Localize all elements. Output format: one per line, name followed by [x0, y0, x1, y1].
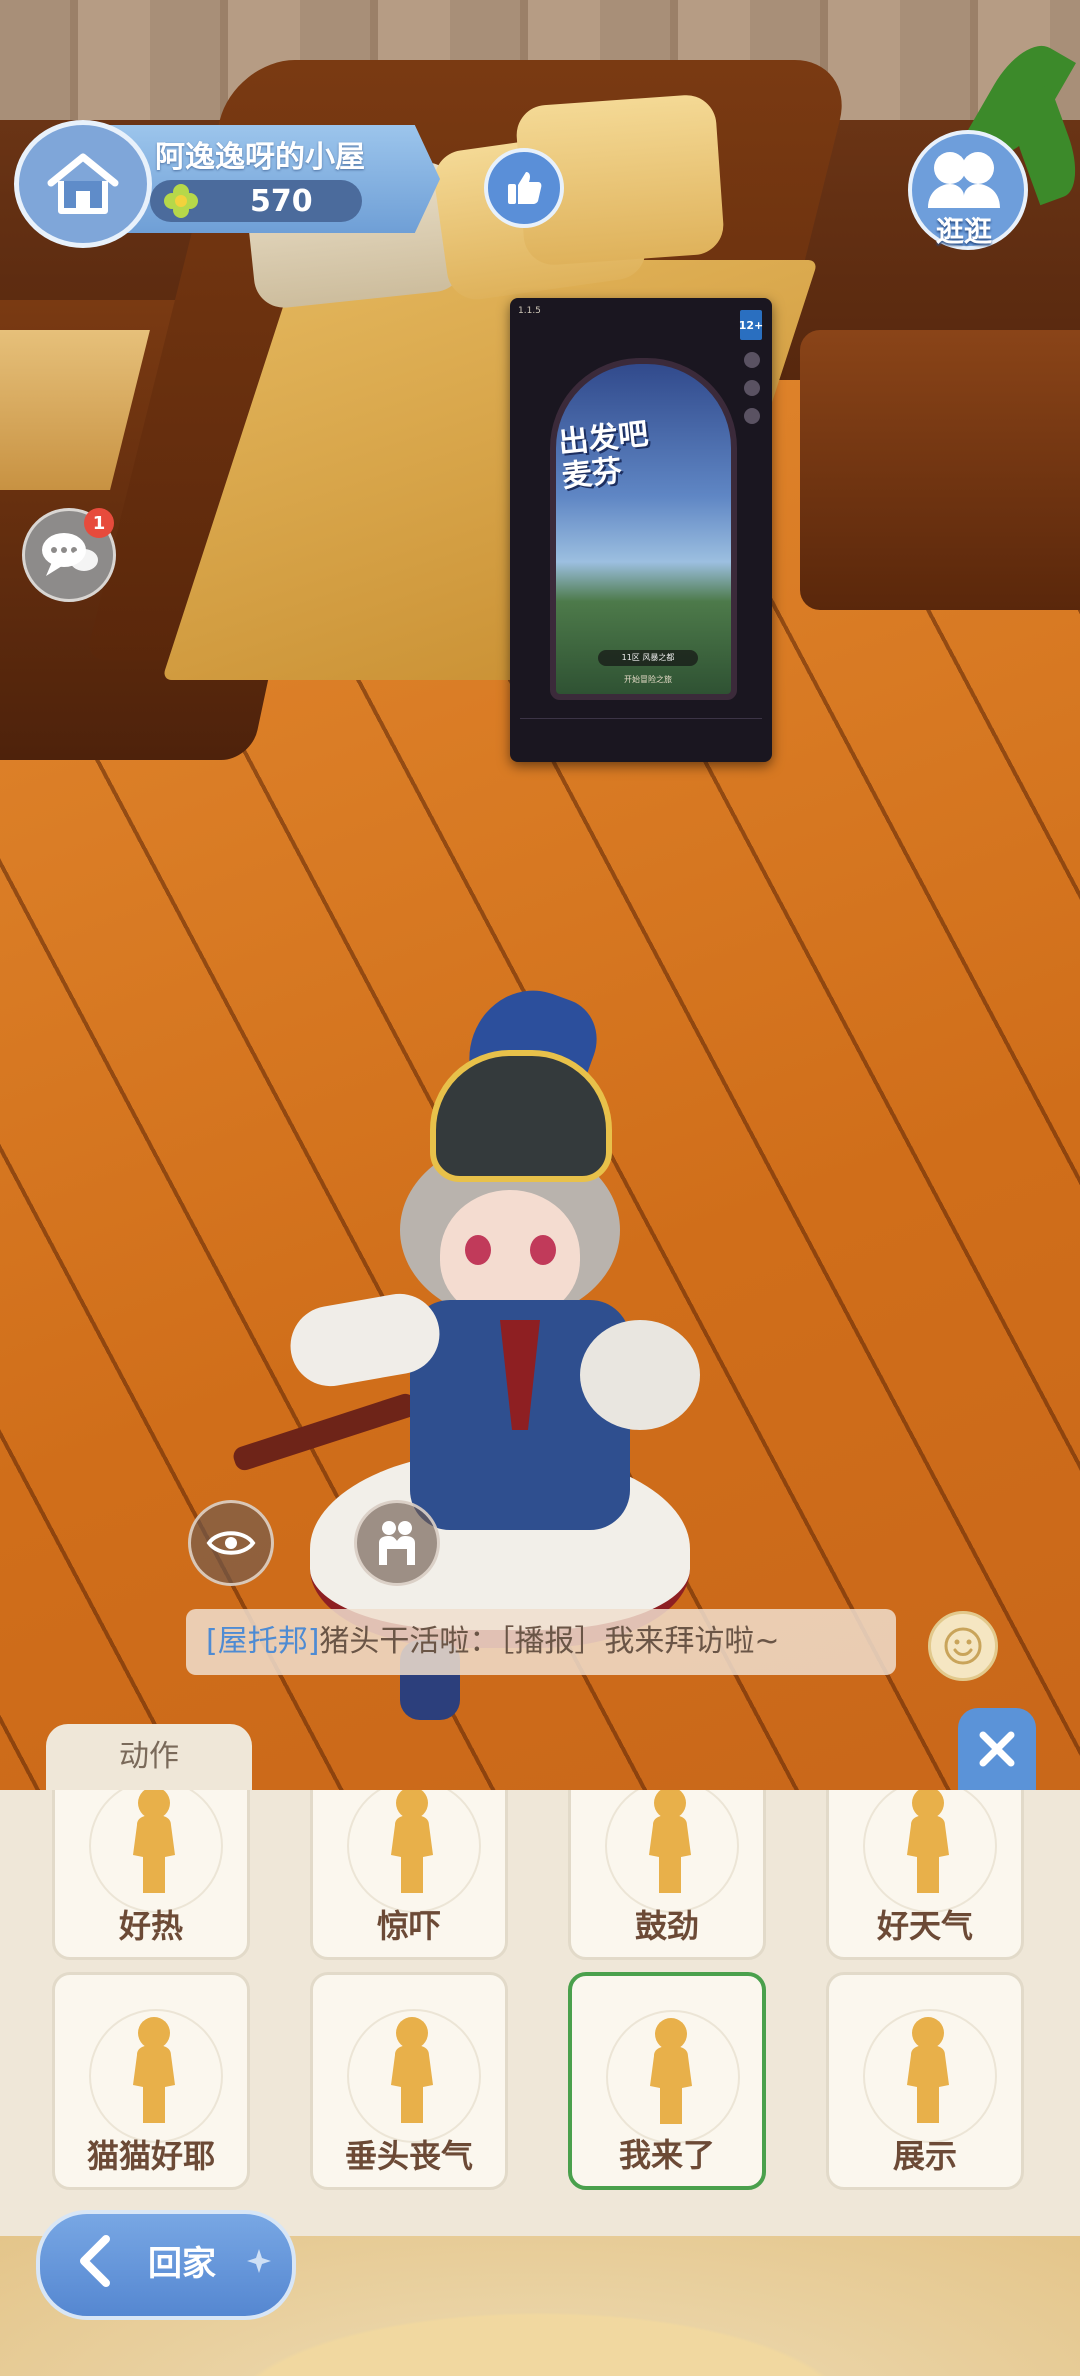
character-hat: [430, 1050, 612, 1182]
message-text: 猪头干活啦：［播报］我来拜访啦~: [319, 1624, 780, 1659]
tab-actions[interactable]: 动作: [46, 1724, 252, 1790]
pose-figure-icon: [119, 2015, 189, 2125]
poster-server-button: 11区 风暴之都: [598, 650, 698, 666]
game-scene[interactable]: 1.1.5 12+ 出发吧 麦芬 11区 风暴之都 开始冒险之旅 阿逸逸呀的小屋…: [0, 0, 1080, 2376]
view-toggle-button[interactable]: [188, 1500, 274, 1586]
action-card-label: 猫猫好耶: [86, 2137, 215, 2175]
thumbs-up-icon: [508, 172, 542, 204]
game-poster[interactable]: 1.1.5 12+ 出发吧 麦芬 11区 风暴之都 开始冒险之旅: [510, 298, 772, 762]
visit-label: 逛逛: [935, 215, 992, 248]
popularity-score: 570: [250, 184, 313, 219]
poster-account-icon: [744, 380, 760, 396]
house-name: 阿逸逸呀的小屋: [155, 140, 365, 175]
people-interact-icon: [379, 1521, 415, 1565]
action-panel[interactable]: 好热 惊吓 鼓劲 好天气猫猫好耶 垂头丧气 我来了 展示: [0, 1790, 1080, 2236]
smiley-icon: [944, 1627, 982, 1665]
action-card-label: 我来了: [618, 2136, 715, 2174]
poster-version-text: 1.1.5: [518, 306, 541, 316]
action-card[interactable]: 惊吓: [310, 1790, 508, 1960]
interaction-button[interactable]: [354, 1500, 440, 1586]
action-card[interactable]: 好天气: [826, 1790, 1024, 1960]
character-eye: [465, 1235, 491, 1265]
character-staff: [230, 1391, 420, 1473]
close-icon: [979, 1731, 1015, 1767]
action-card-label: 惊吓: [376, 1907, 441, 1945]
pose-figure-icon: [377, 2015, 447, 2125]
broadcast-message-bar[interactable]: [屋托邦]猪头干活啦：［播报］我来拜访啦~: [186, 1609, 896, 1675]
clover-icon: [164, 184, 198, 218]
action-card[interactable]: 展示: [826, 1972, 1024, 2190]
action-card[interactable]: 鼓劲: [568, 1790, 766, 1960]
message-channel: [屋托邦]: [206, 1624, 320, 1659]
house-button[interactable]: [14, 120, 152, 248]
action-card[interactable]: 猫猫好耶: [52, 1972, 250, 2190]
action-card-label: 垂头丧气: [344, 2137, 473, 2175]
emoji-button[interactable]: [928, 1611, 998, 1681]
pose-figure-icon: [893, 1790, 963, 1895]
pose-figure-icon: [119, 1790, 189, 1895]
action-card[interactable]: 我来了: [568, 1972, 766, 2190]
action-card[interactable]: 好热: [52, 1790, 250, 1960]
poster-start-text: 开始冒险之旅: [624, 675, 672, 684]
pose-figure-icon: [377, 1790, 447, 1895]
poster-landscape: [550, 358, 737, 700]
poster-settings-icon: [744, 408, 760, 424]
action-card-label: 好天气: [876, 1907, 973, 1945]
back-arrow-icon: [80, 2235, 110, 2287]
pose-figure-icon: [893, 2015, 963, 2125]
character-sleeve: [580, 1320, 700, 1430]
action-card-label: 好热: [118, 1907, 183, 1945]
house-icon: [47, 153, 119, 214]
age-rating-badge: 12+: [739, 310, 763, 340]
poster-footer: [520, 718, 762, 749]
sparkle-icon: [247, 2249, 271, 2273]
action-card[interactable]: 垂头丧气: [310, 1972, 508, 2190]
go-home-label: 回家: [148, 2244, 216, 2284]
right-bed[interactable]: [800, 330, 1080, 610]
pose-figure-icon: [635, 1790, 705, 1895]
character-eye: [530, 1235, 556, 1265]
close-panel-button[interactable]: [958, 1708, 1036, 1790]
poster-notice-icon: [744, 352, 760, 368]
like-button[interactable]: [484, 148, 564, 228]
chat-unread-badge: 1: [84, 508, 114, 538]
eye-icon: [206, 1531, 256, 1555]
action-card-label: 展示: [892, 2137, 957, 2175]
pose-figure-icon: [636, 2016, 706, 2126]
action-card-label: 鼓劲: [634, 1907, 699, 1945]
